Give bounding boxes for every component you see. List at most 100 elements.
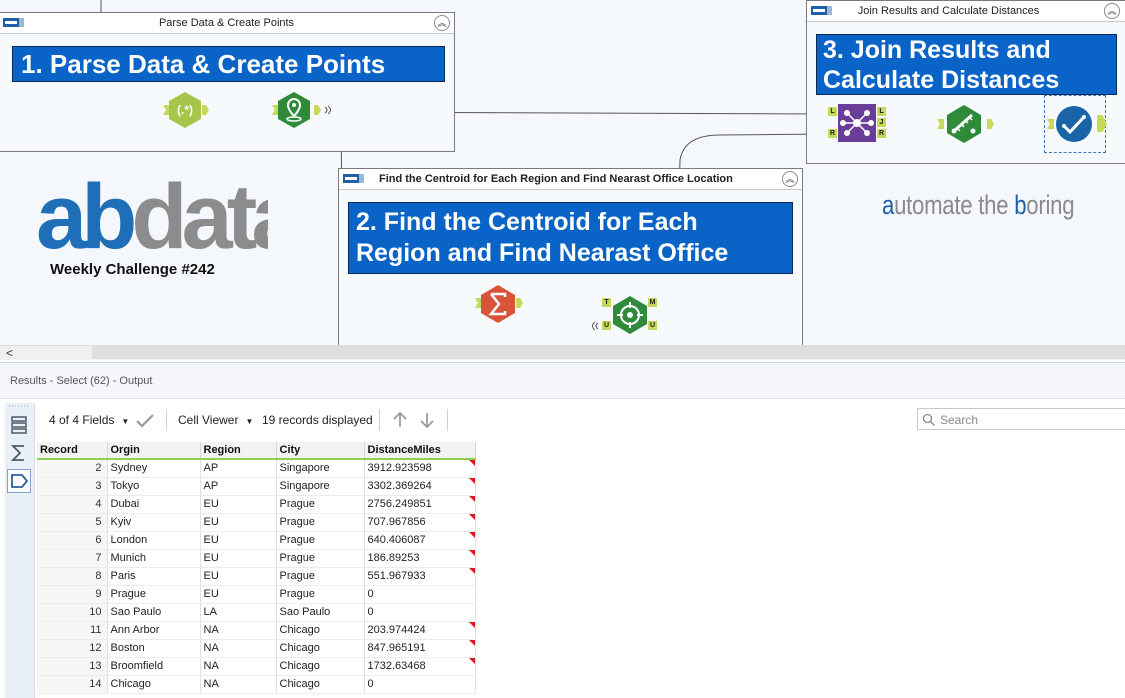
city-cell[interactable]: Chicago — [276, 639, 365, 658]
summary-view-button[interactable] — [7, 441, 31, 465]
distance-cell[interactable]: 0 — [364, 585, 476, 604]
left-output-anchor[interactable]: L — [877, 107, 886, 116]
annotation-step-3[interactable]: 3. Join Results and Calculate Distances — [816, 34, 1117, 95]
region-cell[interactable]: EU — [200, 531, 277, 550]
input-anchor[interactable] — [1047, 119, 1054, 129]
column-header-orgin[interactable]: Orgin — [107, 442, 201, 460]
region-cell[interactable]: EU — [200, 567, 277, 586]
container-parse-data[interactable]: Parse Data & Create Points ︽ — [0, 12, 455, 152]
city-cell[interactable]: Prague — [276, 549, 365, 568]
orgin-cell[interactable]: Tokyo — [107, 477, 201, 496]
record-cell[interactable]: 6 — [37, 531, 108, 550]
table-row[interactable]: 8 Paris EU Prague 551.967933 — [37, 567, 476, 586]
table-row[interactable]: 3 Tokyo AP Singapore 3302.369264 — [37, 477, 476, 496]
orgin-cell[interactable]: Paris — [107, 567, 201, 586]
table-row[interactable]: 10 Sao Paulo LA Sao Paulo 0 — [37, 603, 476, 622]
orgin-cell[interactable]: Chicago — [107, 675, 201, 694]
table-row[interactable]: 14 Chicago NA Chicago 0 — [37, 675, 476, 694]
record-cell[interactable]: 4 — [37, 495, 108, 514]
unmatched-anchor[interactable]: U — [648, 321, 657, 330]
distance-cell[interactable]: 1732.63468 — [364, 657, 476, 676]
distance-cell[interactable]: 0 — [364, 675, 476, 694]
distance-cell[interactable]: 0 — [364, 603, 476, 622]
table-row[interactable]: 4 Dubai EU Prague 2756.249851 — [37, 495, 476, 514]
annotation-step-2[interactable]: 2. Find the Centroid for Each Region and… — [348, 202, 793, 274]
output-anchor[interactable] — [516, 298, 523, 308]
regex-tool[interactable]: (.*) — [163, 92, 209, 128]
select-tool[interactable] — [1044, 95, 1107, 153]
record-cell[interactable]: 5 — [37, 513, 108, 532]
match-anchor[interactable]: M — [648, 298, 657, 307]
distance-tool[interactable] — [937, 105, 997, 143]
create-points-tool[interactable] — [272, 92, 332, 128]
city-cell[interactable]: Prague — [276, 585, 365, 604]
annotation-step-1[interactable]: 1. Parse Data & Create Points — [12, 46, 445, 82]
record-cell[interactable]: 14 — [37, 675, 108, 694]
canvas-horizontal-scrollbar[interactable]: < — [0, 345, 1125, 360]
region-cell[interactable]: AP — [200, 459, 277, 478]
city-cell[interactable]: Prague — [276, 531, 365, 550]
right-output-anchor[interactable]: R — [877, 129, 886, 138]
drag-handle-icon[interactable] — [9, 404, 29, 408]
table-row[interactable]: 7 Munich EU Prague 186.89253 — [37, 549, 476, 568]
join-tool[interactable]: L R L J R — [828, 104, 888, 144]
record-cell[interactable]: 2 — [37, 459, 108, 478]
region-cell[interactable]: EU — [200, 549, 277, 568]
orgin-cell[interactable]: Kyiv — [107, 513, 201, 532]
target-anchor[interactable]: T — [602, 298, 611, 307]
column-header-record[interactable]: Record — [37, 442, 108, 460]
distance-cell[interactable]: 203.974424 — [364, 621, 476, 640]
record-cell[interactable]: 7 — [37, 549, 108, 568]
city-cell[interactable]: Chicago — [276, 657, 365, 676]
container-header[interactable]: Parse Data & Create Points ︽ — [0, 13, 454, 34]
orgin-cell[interactable]: Dubai — [107, 495, 201, 514]
table-row[interactable]: 5 Kyiv EU Prague 707.967856 — [37, 513, 476, 532]
region-cell[interactable]: NA — [200, 657, 277, 676]
orgin-cell[interactable]: Sydney — [107, 459, 201, 478]
table-row[interactable]: 11 Ann Arbor NA Chicago 203.974424 — [37, 621, 476, 640]
region-cell[interactable]: NA — [200, 639, 277, 658]
orgin-cell[interactable]: Munich — [107, 549, 201, 568]
column-header-city[interactable]: City — [276, 442, 365, 460]
record-cell[interactable]: 10 — [37, 603, 108, 622]
city-cell[interactable]: Prague — [276, 567, 365, 586]
cell-viewer-dropdown[interactable]: Cell Viewer ▼ — [178, 413, 253, 427]
orgin-cell[interactable]: Broomfield — [107, 657, 201, 676]
checkmark-icon[interactable] — [136, 414, 154, 428]
output-anchor[interactable] — [1097, 115, 1107, 132]
table-view-button[interactable] — [7, 413, 31, 437]
output-anchor[interactable] — [987, 119, 994, 129]
city-cell[interactable]: Chicago — [276, 675, 365, 694]
distance-cell[interactable]: 640.406087 — [364, 531, 476, 550]
orgin-cell[interactable]: Prague — [107, 585, 201, 604]
table-row[interactable]: 12 Boston NA Chicago 847.965191 — [37, 639, 476, 658]
record-cell[interactable]: 3 — [37, 477, 108, 496]
column-header-distancemiles[interactable]: DistanceMiles — [364, 442, 476, 460]
arrow-down-icon[interactable] — [419, 411, 435, 429]
metadata-view-button[interactable] — [7, 469, 31, 493]
summarize-tool[interactable] — [475, 285, 523, 323]
record-cell[interactable]: 11 — [37, 621, 108, 640]
left-input-anchor[interactable]: L — [828, 107, 837, 116]
distance-cell[interactable]: 3302.369264 — [364, 477, 476, 496]
results-grid[interactable]: Record Orgin Region City DistanceMiles 2… — [37, 442, 477, 698]
record-cell[interactable]: 8 — [37, 567, 108, 586]
region-cell[interactable]: EU — [200, 513, 277, 532]
table-row[interactable]: 13 Broomfield NA Chicago 1732.63468 — [37, 657, 476, 676]
search-box[interactable] — [917, 408, 1125, 430]
city-cell[interactable]: Chicago — [276, 621, 365, 640]
orgin-cell[interactable]: Ann Arbor — [107, 621, 201, 640]
orgin-cell[interactable]: Boston — [107, 639, 201, 658]
scroll-thumb[interactable] — [92, 346, 1125, 359]
search-input[interactable] — [938, 410, 1122, 430]
workflow-canvas[interactable]: Parse Data & Create Points ︽ 1. Parse Da… — [0, 0, 1125, 345]
join-output-anchor[interactable]: J — [877, 118, 886, 127]
distance-cell[interactable]: 847.965191 — [364, 639, 476, 658]
region-cell[interactable]: AP — [200, 477, 277, 496]
orgin-cell[interactable]: Sao Paulo — [107, 603, 201, 622]
distance-cell[interactable]: 3912.923598 — [364, 459, 476, 478]
distance-cell[interactable]: 2756.249851 — [364, 495, 476, 514]
container-header[interactable]: Find the Centroid for Each Region and Fi… — [339, 169, 802, 190]
scroll-left-arrow[interactable]: < — [6, 346, 13, 360]
output-anchor[interactable] — [314, 105, 321, 115]
